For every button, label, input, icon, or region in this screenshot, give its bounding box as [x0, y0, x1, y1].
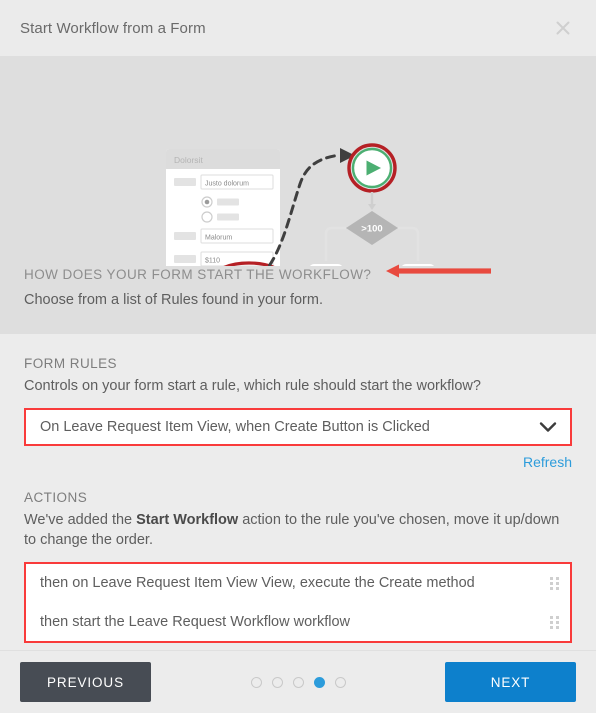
action-list: then on Leave Request Item View View, ex…	[26, 564, 570, 641]
svg-text:Justo dolorum: Justo dolorum	[205, 181, 249, 188]
step-dot-5[interactable]	[334, 676, 346, 688]
actions-label: ACTIONS	[24, 490, 88, 505]
close-icon[interactable]	[548, 13, 578, 43]
list-item[interactable]: then start the Leave Request Workflow wo…	[26, 603, 570, 641]
dialog-title: Start Workflow from a Form	[20, 19, 206, 37]
actions-description-part-1: We've added the	[24, 512, 137, 528]
decision-node: >100	[346, 211, 398, 245]
refresh-link[interactable]: Refresh	[523, 454, 572, 470]
dialog-body: FORM RULES Controls on your form start a…	[0, 334, 596, 650]
svg-text:>100: >100	[361, 224, 382, 235]
dialog-footer: PREVIOUS NEXT	[0, 650, 596, 713]
list-item[interactable]: then on Leave Request Item View View, ex…	[26, 564, 570, 602]
step-dot-1[interactable]	[250, 676, 262, 688]
step-dot-4[interactable]	[313, 676, 325, 688]
previous-button[interactable]: PREVIOUS	[20, 662, 151, 702]
caption-heading: HOW DOES YOUR FORM START THE WORKFLOW?	[24, 267, 372, 282]
form-rules-selected-value: On Leave Request Item View, when Create …	[40, 419, 430, 435]
form-mockup: Dolorsit Justo dolorum Malorum $110	[166, 149, 280, 266]
refresh-row: Refresh	[24, 454, 572, 472]
form-rules-description: Controls on your form start a rule, whic…	[24, 378, 481, 394]
workflow-start-node	[351, 147, 393, 189]
step-dot-2[interactable]	[271, 676, 283, 688]
start-workflow-dialog: Start Workflow from a Form Dolorsit Just…	[0, 0, 596, 713]
workflow-illustration: Dolorsit Justo dolorum Malorum $110 >100	[166, 143, 434, 266]
action-item-text: then start the Leave Request Workflow wo…	[40, 614, 351, 630]
actions-description-bold: Start Workflow	[136, 512, 239, 528]
step-dot-3[interactable]	[292, 676, 304, 688]
svg-text:Malorum: Malorum	[205, 235, 232, 242]
next-button[interactable]: NEXT	[445, 662, 576, 702]
actions-section: ACTIONS We've added the Start Workflow a…	[24, 490, 572, 643]
drag-handle-icon[interactable]	[550, 615, 560, 629]
illustration-panel: Dolorsit Justo dolorum Malorum $110 >100…	[0, 56, 596, 334]
actions-highlight: then on Leave Request Item View View, ex…	[24, 562, 572, 643]
actions-description: We've added the Start Workflow action to…	[24, 510, 572, 550]
form-rules-highlight: On Leave Request Item View, when Create …	[24, 408, 572, 446]
form-rules-label: FORM RULES	[24, 356, 118, 371]
form-rules-section: FORM RULES Controls on your form start a…	[24, 356, 572, 472]
drag-handle-icon[interactable]	[550, 576, 560, 590]
action-item-text: then on Leave Request Item View View, ex…	[40, 575, 475, 591]
arrow-left-icon	[385, 264, 491, 283]
form-rules-select[interactable]: On Leave Request Item View, when Create …	[26, 410, 570, 444]
caption-subtext: Choose from a list of Rules found in you…	[24, 292, 323, 308]
chevron-down-icon	[538, 420, 558, 434]
dialog-header: Start Workflow from a Form	[0, 0, 596, 56]
illustration-caption: HOW DOES YOUR FORM START THE WORKFLOW? C…	[24, 264, 576, 308]
svg-text:Dolorsit: Dolorsit	[174, 155, 203, 165]
